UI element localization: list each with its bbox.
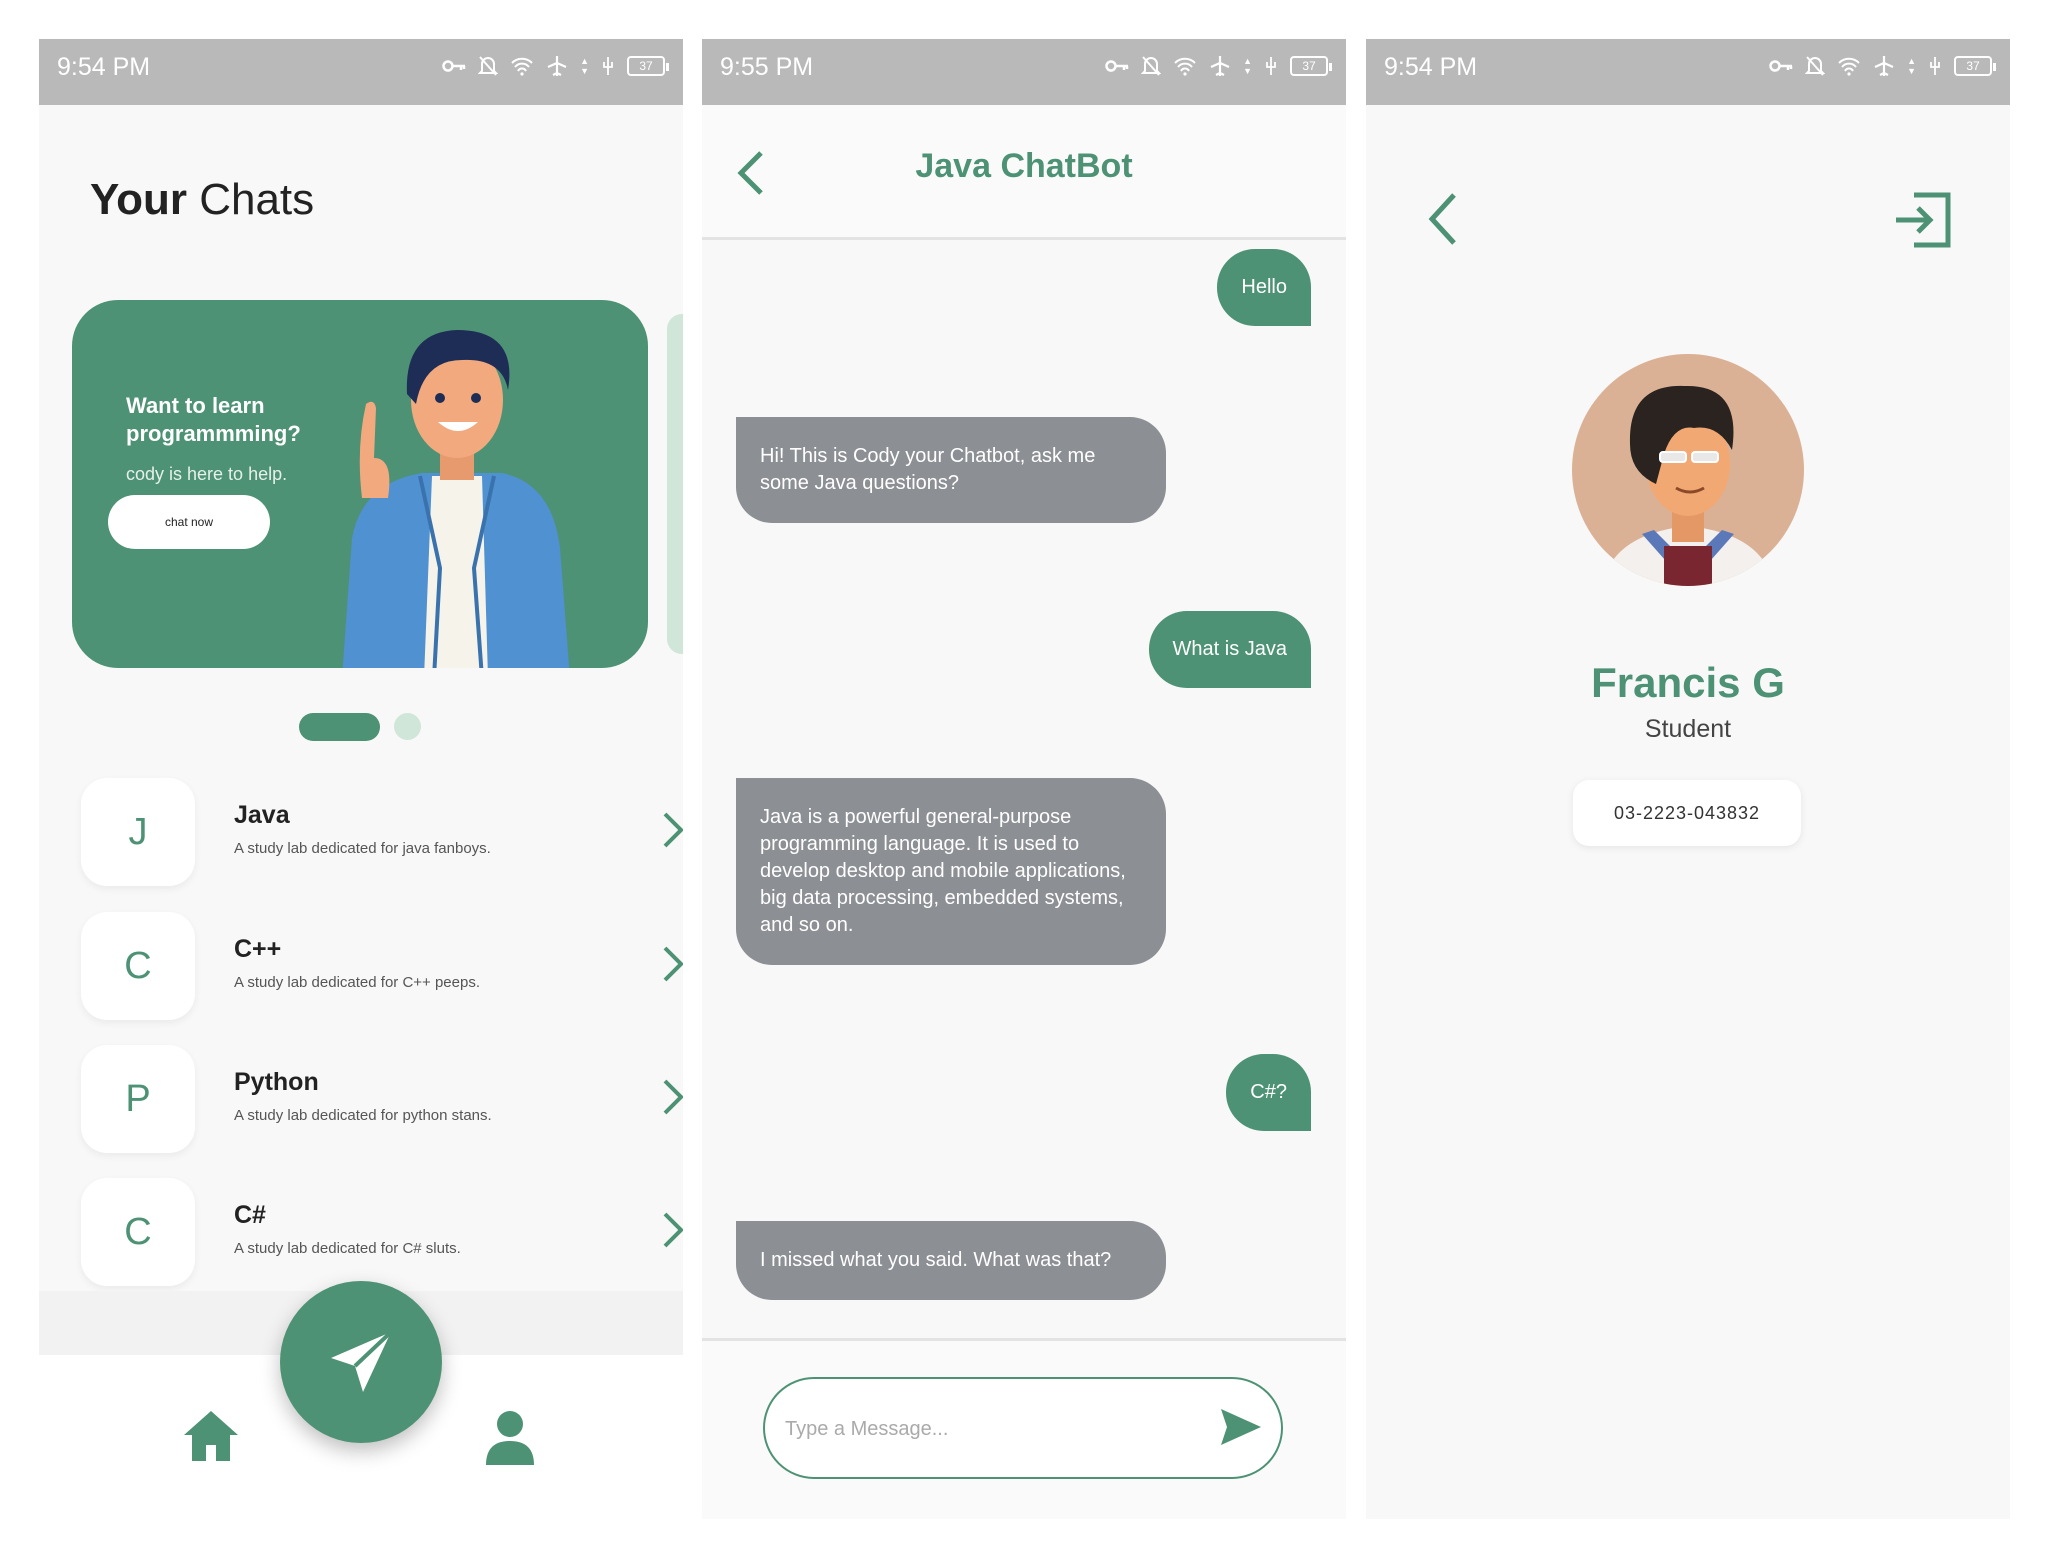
bot-message: Hi! This is Cody your Chatbot, ask me so…	[736, 417, 1166, 523]
chat-name: Java	[234, 801, 290, 829]
teacher-illustration	[342, 330, 570, 668]
wifi-icon	[1174, 57, 1196, 76]
mute-bell-icon	[478, 56, 499, 76]
chat-description: A study lab dedicated for C++ peeps.	[234, 974, 480, 991]
paper-plane-icon	[331, 1330, 393, 1392]
back-arrow-icon[interactable]	[1426, 191, 1460, 247]
battery-icon: 37	[1954, 56, 1996, 76]
message-input-box[interactable]	[763, 1377, 1283, 1479]
send-icon[interactable]	[1219, 1407, 1263, 1447]
message-input[interactable]	[785, 1407, 1185, 1451]
vpn-key-icon	[442, 60, 466, 72]
carousel-dot[interactable]	[394, 713, 421, 740]
next-banner-peek[interactable]	[667, 314, 683, 654]
status-icons: ▲ ▼ 37	[442, 55, 669, 77]
carousel-indicator	[299, 713, 421, 741]
airplane-icon	[1874, 56, 1894, 76]
wifi-icon	[1838, 57, 1860, 76]
bot-message: I missed what you said. What was that?	[736, 1221, 1166, 1300]
chevron-right-icon[interactable]	[661, 1077, 683, 1117]
promo-banner[interactable]: Want to learn programmming? cody is here…	[72, 300, 648, 668]
message-composer	[702, 1338, 1346, 1519]
carousel-dot-active[interactable]	[299, 713, 380, 741]
chat-item-csharp[interactable]: C C# A study lab dedicated for C# sluts.	[81, 1178, 683, 1288]
logout-icon[interactable]	[1894, 191, 1952, 249]
profile-name: Francis G	[1591, 659, 1785, 706]
title-bold: Your	[90, 175, 187, 224]
wifi-icon	[511, 57, 533, 76]
chat-name: C#	[234, 1201, 266, 1229]
banner-subtitle: cody is here to help.	[126, 464, 288, 484]
usb-icon	[1930, 57, 1940, 75]
status-bar: 9:54 PM ▲ ▼ 37	[1366, 39, 2010, 105]
airplane-icon	[1210, 56, 1230, 76]
status-bar: 9:55 PM ▲ ▼ 37	[702, 39, 1346, 105]
status-icons: ▲ ▼ 37	[1769, 55, 1996, 77]
status-icons: ▲ ▼ 37	[1105, 55, 1332, 77]
chat-item-python[interactable]: P Python A study lab dedicated for pytho…	[81, 1045, 683, 1155]
chat-letter-avatar: C	[81, 912, 195, 1020]
user-message: C#?	[1226, 1054, 1311, 1131]
chat-description: A study lab dedicated for C# sluts.	[234, 1240, 461, 1257]
avatar	[1572, 354, 1804, 586]
status-bar: 9:54 PM ▲ ▼ 37	[39, 39, 683, 105]
status-time: 9:55 PM	[720, 53, 814, 81]
usb-icon	[1266, 57, 1276, 75]
chatbot-screen: 9:55 PM ▲ ▼ 37 Java ChatBot Hello Hi! Thi…	[702, 39, 1346, 1519]
mute-bell-icon	[1805, 56, 1826, 76]
user-message: What is Java	[1148, 611, 1311, 688]
chat-letter-avatar: P	[81, 1045, 195, 1153]
chat-item-cpp[interactable]: C C++ A study lab dedicated for C++ peep…	[81, 912, 683, 1022]
mute-bell-icon	[1141, 56, 1162, 76]
status-time: 9:54 PM	[57, 53, 151, 81]
profile-role: Student	[1644, 715, 1732, 743]
student-avatar-illustration	[1602, 385, 1774, 586]
network-speed-icon: ▲ ▼	[1243, 56, 1252, 76]
airplane-icon	[547, 56, 567, 76]
status-time: 9:54 PM	[1384, 53, 1478, 81]
vpn-key-icon	[1105, 60, 1129, 72]
chevron-right-icon[interactable]	[661, 810, 683, 850]
chat-description: A study lab dedicated for java fanboys.	[234, 840, 491, 857]
chat-name: Python	[234, 1068, 319, 1096]
bot-message: Java is a powerful general-purpose progr…	[736, 778, 1166, 965]
chat-description: A study lab dedicated for python stans.	[234, 1107, 492, 1124]
page-title: Your Chats	[90, 175, 314, 225]
phone-number-chip: 03-2223-043832	[1573, 780, 1801, 846]
title-rest: Chats	[199, 175, 315, 224]
send-fab-button[interactable]	[280, 1281, 442, 1443]
chats-screen: 9:54 PM ▲ ▼ 37 Your Chats Want to learn p…	[39, 39, 683, 1519]
battery-icon: 37	[1290, 56, 1332, 76]
chevron-right-icon[interactable]	[661, 1210, 683, 1250]
chat-name: C++	[234, 935, 282, 963]
chat-now-button[interactable]: chat now	[108, 495, 270, 549]
chevron-right-icon[interactable]	[661, 944, 683, 984]
profile-screen: 9:54 PM ▲ ▼ 37 Francis G Student 03-2223-…	[1366, 39, 2010, 1519]
chat-item-java[interactable]: J Java A study lab dedicated for java fa…	[81, 778, 683, 888]
user-message: Hello	[1217, 249, 1311, 326]
home-icon[interactable]	[182, 1409, 240, 1463]
chat-letter-avatar: C	[81, 1178, 195, 1286]
network-speed-icon: ▲ ▼	[580, 56, 589, 76]
chat-title: Java ChatBot	[915, 147, 1133, 185]
battery-icon: 37	[627, 56, 669, 76]
vpn-key-icon	[1769, 60, 1793, 72]
user-icon[interactable]	[482, 1409, 538, 1465]
chat-header: Java ChatBot	[702, 105, 1346, 240]
network-speed-icon: ▲ ▼	[1907, 56, 1916, 76]
usb-icon	[603, 57, 613, 75]
chat-letter-avatar: J	[81, 778, 195, 886]
